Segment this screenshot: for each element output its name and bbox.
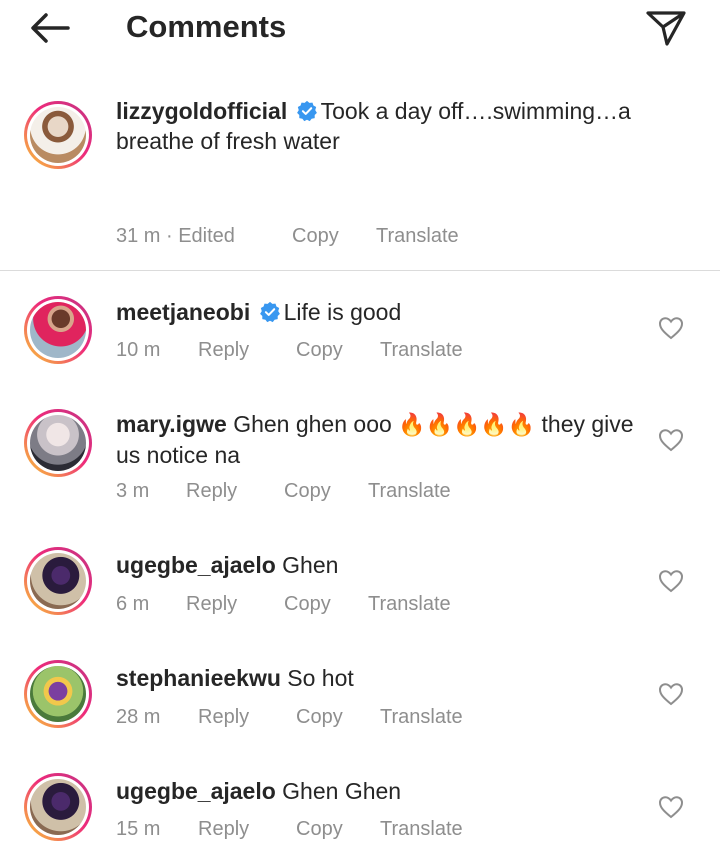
translate-button[interactable]: Translate xyxy=(368,593,451,616)
username[interactable]: ugegbe_ajaelo xyxy=(116,778,276,804)
translate-button[interactable]: Translate xyxy=(380,339,463,362)
avatar[interactable] xyxy=(24,547,92,615)
translate-button[interactable]: Translate xyxy=(380,818,463,841)
profile-photo xyxy=(30,666,86,722)
timestamp: 10 m xyxy=(116,339,161,361)
heart-icon[interactable] xyxy=(658,569,684,593)
verified-badge-icon xyxy=(259,301,280,323)
reply-button[interactable]: Reply xyxy=(186,480,237,503)
copy-button[interactable]: Copy xyxy=(284,593,331,616)
copy-button[interactable]: Copy xyxy=(296,339,343,362)
copy-button[interactable]: Copy xyxy=(292,225,339,248)
username[interactable]: mary.igwe xyxy=(116,411,227,437)
comment-text: ugegbe_ajaelo Ghen xyxy=(116,550,636,580)
profile-photo xyxy=(30,107,86,163)
comment-body: Life is good xyxy=(283,299,402,325)
heart-icon[interactable] xyxy=(658,795,684,819)
caption-text: lizzygoldofficial Took a day off….swimmi… xyxy=(116,96,676,156)
comment-body: Ghen Ghen xyxy=(282,778,402,804)
comment-text: meetjaneobi Life is good xyxy=(116,297,636,327)
reply-button[interactable]: Reply xyxy=(198,818,249,841)
divider xyxy=(0,270,720,271)
profile-photo xyxy=(30,779,86,835)
profile-photo xyxy=(30,553,86,609)
timestamp: 6 m xyxy=(116,593,150,615)
copy-button[interactable]: Copy xyxy=(284,480,331,503)
copy-button[interactable]: Copy xyxy=(296,818,343,841)
username[interactable]: lizzygoldofficial xyxy=(116,98,287,124)
translate-button[interactable]: Translate xyxy=(368,480,451,503)
comment-text: stephanieekwu So hot xyxy=(116,663,636,693)
comment-text: mary.igwe Ghen ghen ooo 🔥🔥🔥🔥🔥 they give … xyxy=(116,409,636,470)
verified-badge-icon xyxy=(296,100,317,122)
timestamp: 3 m xyxy=(116,480,150,502)
username[interactable]: stephanieekwu xyxy=(116,665,281,691)
comment-body: So hot xyxy=(287,665,354,691)
comment-body: Ghen ghen ooo xyxy=(233,411,392,437)
translate-button[interactable]: Translate xyxy=(376,225,459,248)
timestamp: 15 m xyxy=(116,818,161,840)
reply-button[interactable]: Reply xyxy=(186,593,237,616)
avatar[interactable] xyxy=(24,409,92,477)
arrow-left-icon[interactable] xyxy=(28,10,72,46)
avatar[interactable] xyxy=(24,296,92,364)
heart-icon[interactable] xyxy=(658,428,684,452)
paper-plane-icon[interactable] xyxy=(645,8,687,48)
translate-button[interactable]: Translate xyxy=(380,706,463,729)
reply-button[interactable]: Reply xyxy=(198,706,249,729)
profile-photo xyxy=(30,302,86,358)
reply-button[interactable]: Reply xyxy=(198,339,249,362)
avatar[interactable] xyxy=(24,660,92,728)
timestamp: 28 m xyxy=(116,706,161,728)
timestamp: 31 m xyxy=(116,225,161,247)
heart-icon[interactable] xyxy=(658,682,684,706)
avatar[interactable] xyxy=(24,101,92,169)
heart-icon[interactable] xyxy=(658,316,684,340)
copy-button[interactable]: Copy xyxy=(296,706,343,729)
edited-label: · Edited xyxy=(166,225,235,247)
fire-emoji-icon: 🔥🔥🔥🔥🔥 xyxy=(398,412,536,437)
header-bar: Comments xyxy=(0,0,720,56)
username[interactable]: ugegbe_ajaelo xyxy=(116,552,276,578)
avatar[interactable] xyxy=(24,773,92,841)
username[interactable]: meetjaneobi xyxy=(116,299,250,325)
profile-photo xyxy=(30,415,86,471)
comment-text: ugegbe_ajaelo Ghen Ghen xyxy=(116,776,636,806)
page-title: Comments xyxy=(126,9,287,44)
comment-body: Ghen xyxy=(282,552,339,578)
